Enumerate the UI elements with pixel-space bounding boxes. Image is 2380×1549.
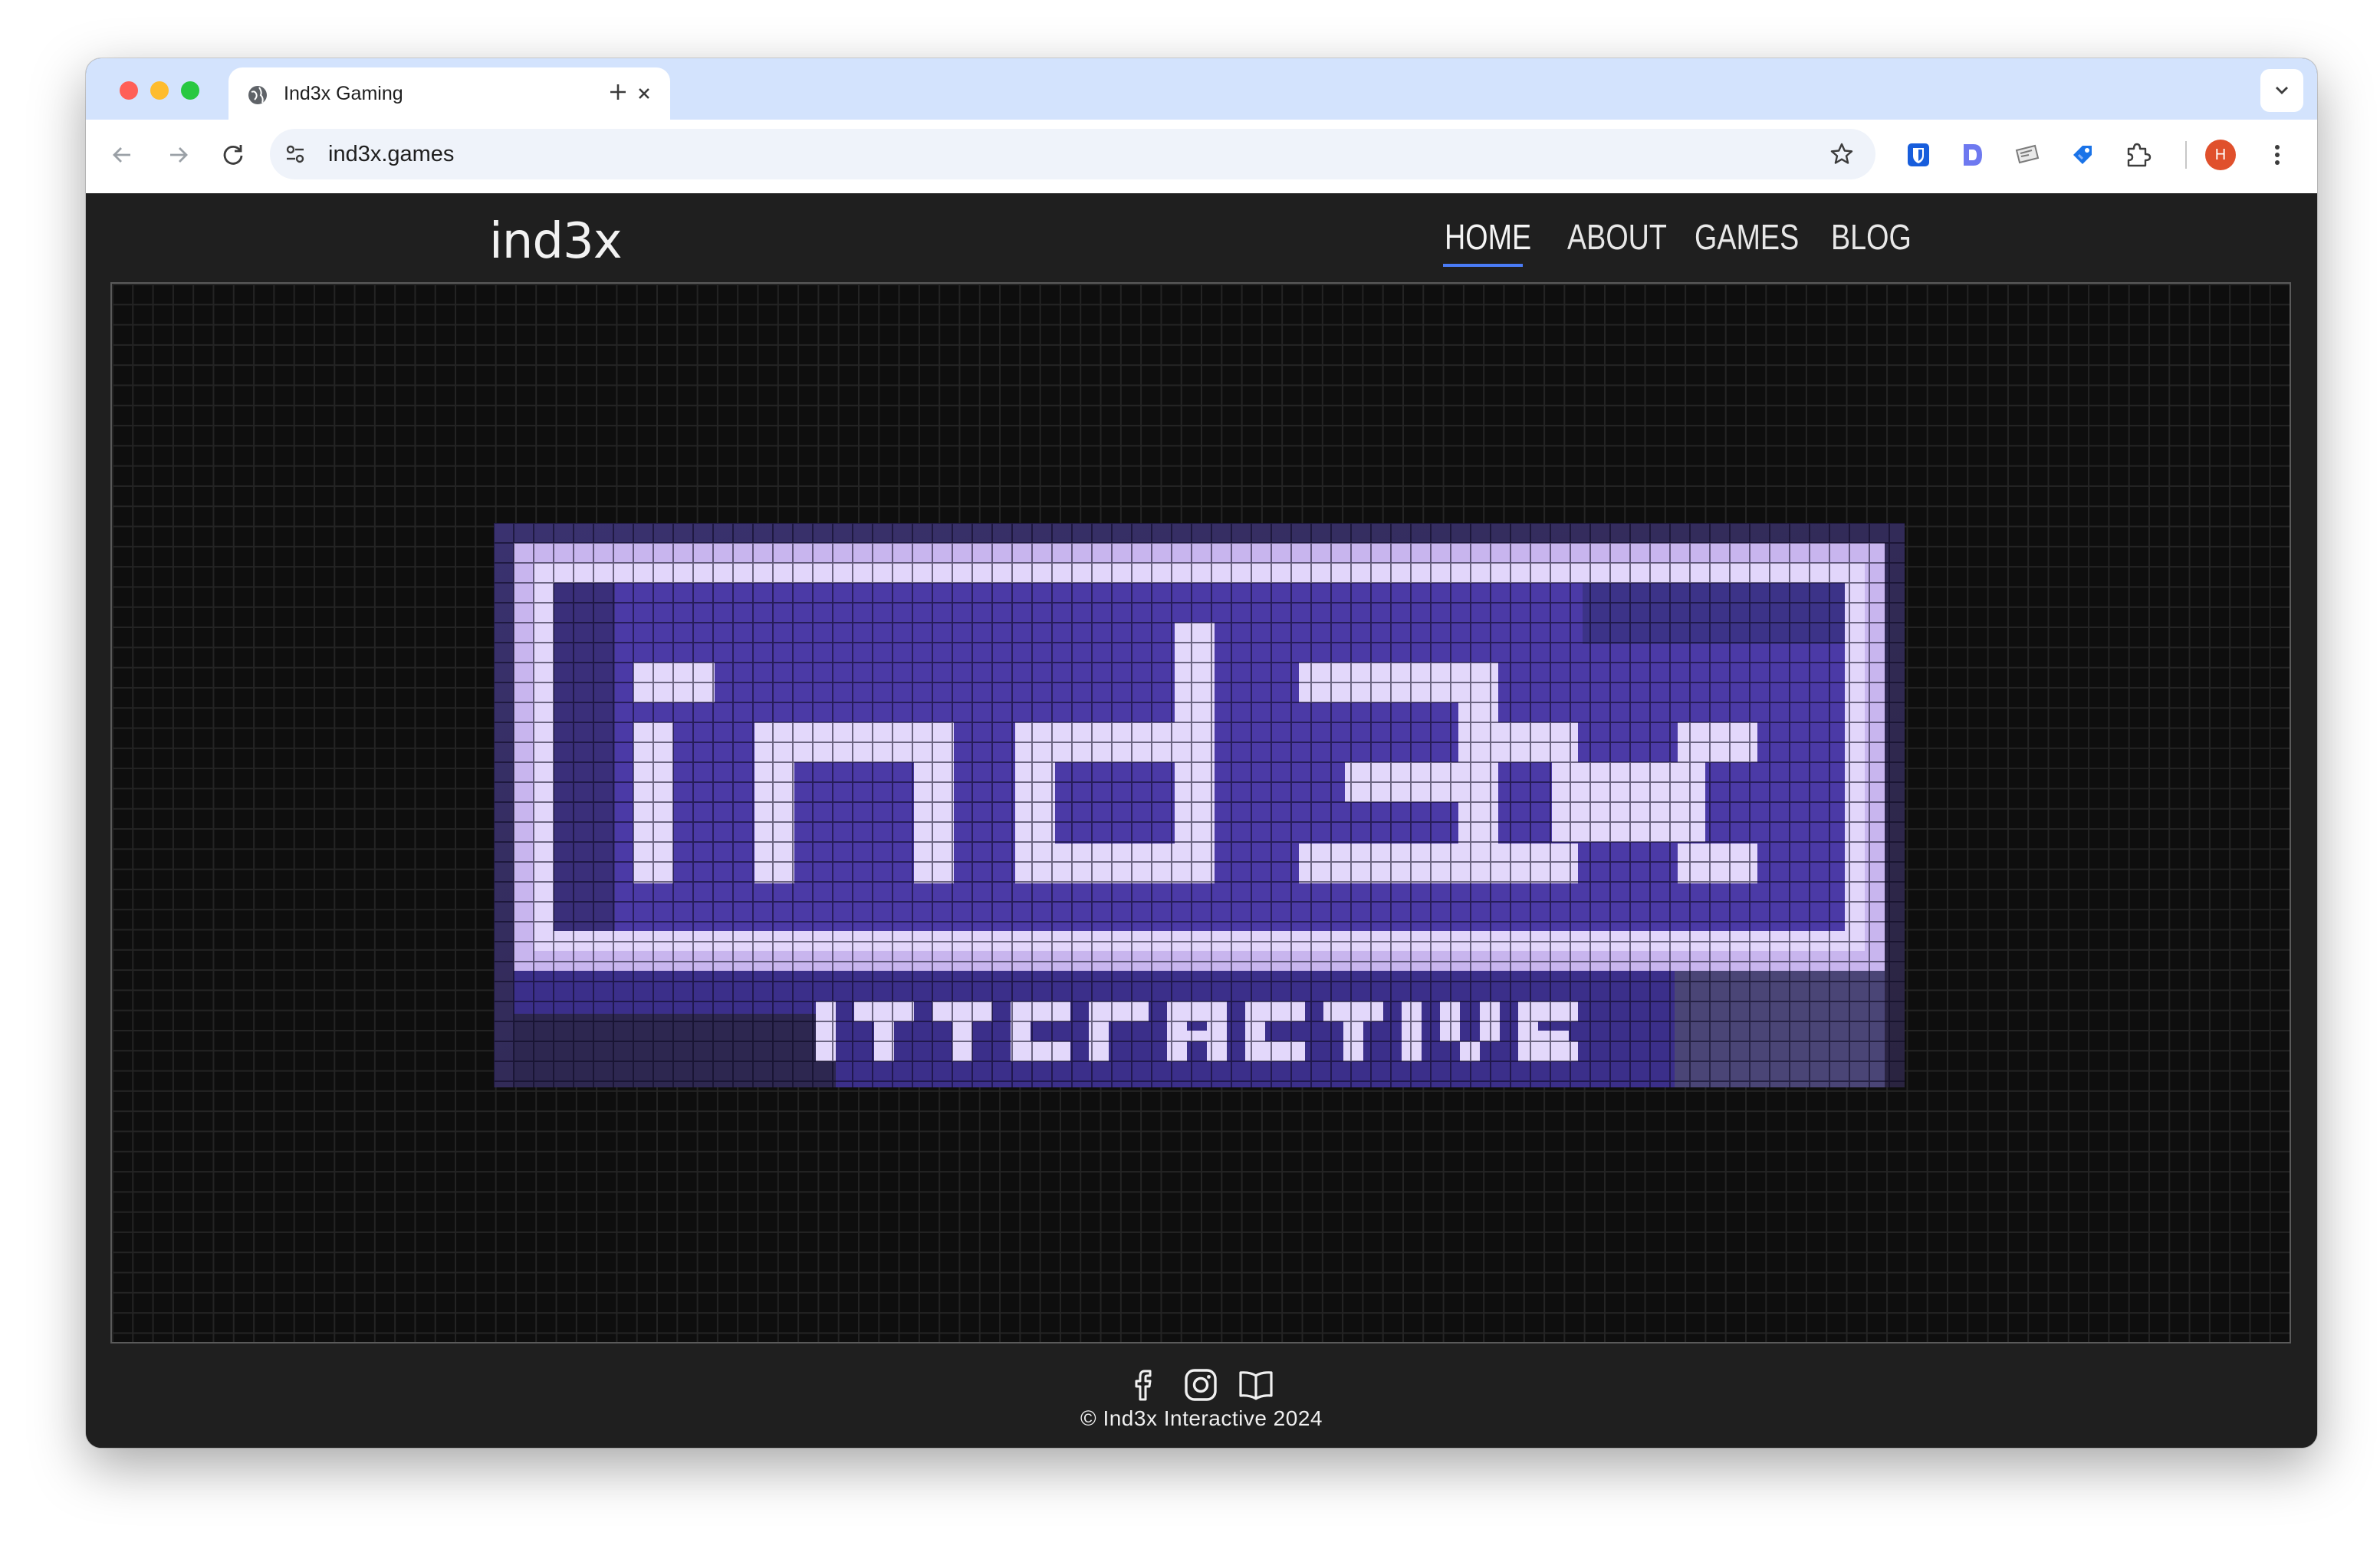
- globe-icon: [247, 84, 268, 106]
- close-window-button[interactable]: [120, 81, 138, 100]
- browser-window: Ind3x Gaming ind3x.games H ind3x HOME AB…: [86, 58, 2317, 1448]
- reload-icon[interactable]: [216, 138, 250, 172]
- extension-card-icon[interactable]: [2012, 140, 2043, 170]
- address-bar[interactable]: ind3x.games: [270, 129, 1875, 179]
- url-text[interactable]: ind3x.games: [328, 142, 454, 167]
- plus-icon[interactable]: [604, 78, 632, 106]
- browser-toolbar: ind3x.games H: [86, 120, 2317, 194]
- star-icon[interactable]: [1828, 140, 1856, 168]
- profile-avatar[interactable]: H: [2205, 140, 2236, 170]
- back-arrow-icon[interactable]: [106, 138, 140, 172]
- extension-d-icon[interactable]: [1957, 140, 1987, 170]
- site-settings-icon[interactable]: [282, 141, 308, 167]
- bitwarden-icon[interactable]: [1903, 140, 1934, 170]
- hero-grid-canvas[interactable]: [110, 282, 2291, 1343]
- site-logo[interactable]: ind3x: [489, 213, 623, 270]
- minimize-window-button[interactable]: [150, 81, 169, 100]
- chevron-down-icon: [2260, 69, 2303, 112]
- instagram-icon[interactable]: [1181, 1365, 1221, 1405]
- kebab-menu-icon[interactable]: [2262, 140, 2293, 170]
- hero-banner-image: [494, 523, 1905, 1087]
- facebook-icon[interactable]: [1126, 1365, 1165, 1405]
- book-icon[interactable]: [1236, 1365, 1276, 1405]
- nav-games[interactable]: GAMES: [1695, 216, 1799, 258]
- close-icon[interactable]: [632, 81, 656, 106]
- nav-active-indicator: [1443, 264, 1523, 267]
- toolbar-separator: [2185, 141, 2187, 169]
- nav-home[interactable]: HOME: [1445, 216, 1531, 258]
- tab-search-button[interactable]: [2260, 69, 2303, 112]
- web-page: ind3x HOME ABOUT GAMES BLOG © Ind3x Inte…: [86, 193, 2317, 1448]
- tab-title: Ind3x Gaming: [284, 83, 403, 104]
- nav-blog[interactable]: BLOG: [1831, 216, 1912, 258]
- puzzle-icon[interactable]: [2122, 140, 2153, 170]
- maximize-window-button[interactable]: [181, 81, 199, 100]
- extension-tag-icon[interactable]: [2067, 140, 2098, 170]
- forward-arrow-icon[interactable]: [161, 138, 195, 172]
- footer-copyright: © Ind3x Interactive 2024: [1080, 1406, 1323, 1430]
- nav-about[interactable]: ABOUT: [1567, 216, 1667, 258]
- tab-strip: Ind3x Gaming: [86, 58, 2317, 120]
